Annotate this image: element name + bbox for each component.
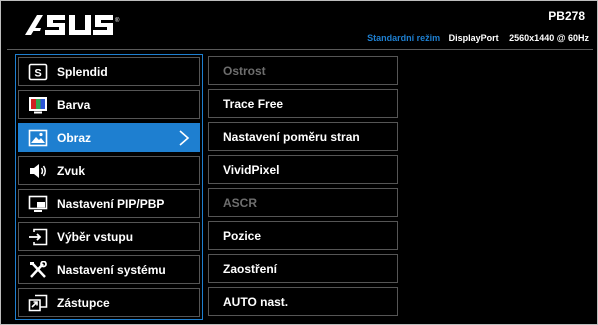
submenu-item-label: Pozice bbox=[223, 229, 262, 243]
submenu-item-label: Zaostření bbox=[223, 262, 278, 276]
submenu-item-ascr: ASCR bbox=[208, 188, 398, 217]
image-submenu: Ostrost Trace Free Nastavení poměru stra… bbox=[208, 54, 398, 320]
menu-item-label: Barva bbox=[57, 98, 91, 112]
submenu-item-focus[interactable]: Zaostření bbox=[208, 254, 398, 283]
submenu-item-label: Nastavení poměru stran bbox=[223, 130, 360, 144]
submenu-item-label: AUTO nast. bbox=[223, 295, 289, 309]
svg-text:®: ® bbox=[115, 17, 120, 24]
submenu-item-vividpixel[interactable]: VividPixel bbox=[208, 155, 398, 184]
resolution: 2560x1440 @ 60Hz bbox=[509, 33, 589, 43]
menu-item-pip-pbp[interactable]: Nastavení PIP/PBP bbox=[18, 189, 200, 218]
image-icon bbox=[28, 129, 48, 147]
color-icon bbox=[29, 97, 47, 114]
submenu-item-aspect-control[interactable]: Nastavení poměru stran bbox=[208, 122, 398, 151]
status-bar: Standardní režim DisplayPort 2560x1440 @… bbox=[367, 33, 589, 43]
submenu-item-position[interactable]: Pozice bbox=[208, 221, 398, 250]
menu-item-label: Zvuk bbox=[57, 164, 86, 178]
asus-logo: ® bbox=[25, 15, 120, 35]
submenu-item-label: Trace Free bbox=[223, 97, 284, 111]
svg-text:S: S bbox=[34, 68, 41, 80]
menu-item-label: Výběr vstupu bbox=[57, 230, 134, 244]
pip-icon bbox=[28, 195, 48, 212]
current-mode: Standardní režim bbox=[367, 33, 441, 43]
menu-item-label: Obraz bbox=[57, 131, 92, 145]
submenu-item-label: VividPixel bbox=[223, 163, 280, 177]
speaker-icon bbox=[30, 164, 46, 178]
menu-item-label: Zástupce bbox=[57, 296, 110, 310]
submenu-item-auto-adjust[interactable]: AUTO nast. bbox=[208, 287, 398, 316]
menu-item-color[interactable]: Barva bbox=[18, 90, 200, 119]
menu-item-label: Nastavení systému bbox=[57, 263, 166, 277]
splendid-icon: S bbox=[28, 63, 48, 81]
input-port: DisplayPort bbox=[448, 33, 499, 43]
osd-window: ® PB278 Standardní režim DisplayPort 256… bbox=[0, 0, 598, 325]
menu-item-shortcut[interactable]: Zástupce bbox=[18, 288, 200, 317]
submenu-item-sharpness: Ostrost bbox=[208, 56, 398, 85]
submenu-item-label: Ostrost bbox=[223, 64, 266, 78]
menu-item-input-select[interactable]: Výběr vstupu bbox=[18, 222, 200, 251]
osd-header: ® PB278 Standardní režim DisplayPort 256… bbox=[1, 1, 597, 49]
menu-item-label: Nastavení PIP/PBP bbox=[57, 197, 165, 211]
header-divider bbox=[7, 49, 593, 50]
submenu-item-trace-free[interactable]: Trace Free bbox=[208, 89, 398, 118]
input-icon bbox=[29, 228, 48, 246]
model-name: PB278 bbox=[548, 9, 585, 23]
main-menu: S Splendid Barva Obraz Zvuk Nastavení PI… bbox=[15, 54, 203, 320]
tools-icon bbox=[30, 261, 47, 278]
menu-item-sound[interactable]: Zvuk bbox=[18, 156, 200, 185]
menu-item-splendid[interactable]: S Splendid bbox=[18, 57, 200, 86]
menu-item-image[interactable]: Obraz bbox=[18, 123, 200, 152]
shortcut-icon bbox=[28, 294, 48, 312]
menu-item-label: Splendid bbox=[57, 65, 108, 79]
menu-item-system-setup[interactable]: Nastavení systému bbox=[18, 255, 200, 284]
submenu-item-label: ASCR bbox=[223, 196, 258, 210]
chevron-right-icon bbox=[179, 130, 190, 146]
